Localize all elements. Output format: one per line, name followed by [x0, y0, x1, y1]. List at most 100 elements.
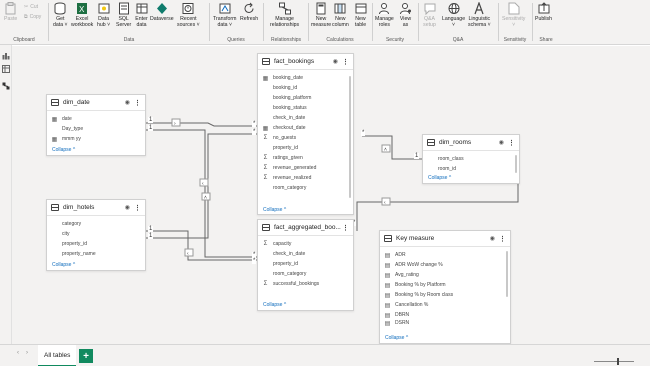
field-row[interactable]: Σno_guests	[262, 133, 349, 143]
field-row[interactable]: ▤ Avg_rating	[384, 270, 506, 280]
linguistic-schema-button[interactable]: Linguistic schema ˅	[468, 2, 491, 28]
table-header[interactable]: dim_rooms ◉ ⋮	[423, 135, 519, 151]
refresh-button[interactable]: Refresh	[240, 2, 258, 22]
excel-workbook-button[interactable]: X Excel workbook	[71, 2, 93, 28]
field-row[interactable]: ▦ booking_date	[262, 73, 349, 83]
qa-setup-button[interactable]: Q&A setup	[423, 2, 436, 28]
field-row[interactable]: ▤ Booking % by Room class	[384, 290, 506, 300]
manage-roles-button[interactable]: Manage roles	[375, 2, 394, 28]
more-options-icon[interactable]: ⋮	[134, 204, 141, 212]
more-options-icon[interactable]: ⋮	[134, 99, 141, 107]
scrollbar[interactable]	[515, 155, 517, 173]
table-header[interactable]: dim_date ◉ ⋮	[47, 95, 145, 111]
more-options-icon[interactable]: ⋮	[499, 235, 506, 243]
more-options-icon[interactable]: ⋮	[508, 139, 515, 147]
field-row[interactable]: ▤ Cancellation %	[384, 300, 506, 310]
table-card-dim-hotels[interactable]: dim_hotels ◉ ⋮ category city property_id…	[46, 199, 146, 271]
table-card-dim-date[interactable]: dim_date ◉ ⋮ ▦ date Day_type ▦ mmm yy Coll…	[46, 94, 146, 156]
table-header[interactable]: fact_aggregated_boo... ⋮	[258, 220, 353, 236]
relationship-line[interactable]	[146, 122, 259, 127]
recent-sources-button[interactable]: Recent sources ˅	[177, 2, 200, 28]
new-measure-button[interactable]: New measure	[311, 2, 331, 28]
table-card-fact-aggregated-bookings[interactable]: fact_aggregated_boo... ⋮ Σcapacity check…	[257, 219, 354, 311]
collapse-link[interactable]: Collapse ^	[263, 207, 286, 213]
enter-data-button[interactable]: Enter data	[135, 2, 148, 28]
field-row[interactable]: city	[51, 229, 141, 239]
more-options-icon[interactable]: ⋮	[342, 58, 349, 66]
table-card-fact-bookings[interactable]: fact_bookings ◉ ⋮ ▦ booking_date booking_…	[257, 53, 354, 215]
report-view-icon[interactable]	[2, 52, 10, 60]
language-button[interactable]: Language ˅	[442, 2, 465, 28]
model-canvas[interactable]: › ‹ ‹ ˄ ‹ ˄ 1 1 * * 1 1 * * * 1 * fact_b…	[12, 46, 650, 344]
zoom-slider[interactable]	[594, 361, 634, 362]
visibility-eye-icon[interactable]: ◉	[333, 58, 338, 65]
field-row[interactable]: Σcapacity	[262, 239, 349, 249]
paste-button[interactable]: Paste	[4, 2, 17, 22]
relationship-line[interactable]	[356, 184, 519, 231]
visibility-eye-icon[interactable]: ◉	[125, 99, 130, 106]
view-as-button[interactable]: View as	[399, 2, 412, 28]
field-row[interactable]: ▦ date	[51, 114, 141, 124]
field-row[interactable]: booking_platform	[262, 93, 349, 103]
field-row[interactable]: ▤ ADR	[384, 250, 506, 260]
data-hub-button[interactable]: Data hub ˅	[97, 2, 110, 28]
zoom-slider-thumb[interactable]	[617, 358, 619, 365]
add-tab-button[interactable]: +	[79, 349, 93, 363]
field-row[interactable]: Σrevenue_generated	[262, 163, 349, 173]
collapse-link[interactable]: Collapse ^	[52, 262, 75, 268]
field-row[interactable]: ▤ ADR WoW change %	[384, 260, 506, 270]
visibility-eye-icon[interactable]: ◉	[499, 139, 504, 146]
collapse-link[interactable]: Collapse ^	[385, 335, 408, 341]
get-data-button[interactable]: Get data ˅	[53, 2, 68, 28]
visibility-eye-icon[interactable]: ◉	[490, 235, 495, 242]
field-row[interactable]: Day_type	[51, 124, 141, 134]
transform-data-button[interactable]: Transform data ˅	[213, 2, 236, 28]
field-row[interactable]: property_id	[262, 259, 349, 269]
field-row[interactable]: ▤ Booking % by Platform	[384, 280, 506, 290]
model-view-icon[interactable]	[2, 82, 10, 90]
tab-all-tables[interactable]: All tables	[38, 345, 77, 366]
sensitivity-button[interactable]: Sensitivity ˅	[502, 2, 525, 28]
table-card-dim-rooms[interactable]: dim_rooms ◉ ⋮ room_class room_id Collaps…	[422, 134, 520, 184]
sql-server-button[interactable]: SQL Server	[116, 2, 131, 28]
chevron-right-icon[interactable]: ›	[26, 350, 28, 356]
table-header[interactable]: dim_hotels ◉ ⋮	[47, 200, 145, 216]
table-header[interactable]: Key measure ◉ ⋮	[380, 231, 510, 247]
field-row[interactable]: booking_status	[262, 103, 349, 113]
field-row[interactable]: check_in_date	[262, 249, 349, 259]
collapse-link[interactable]: Collapse ^	[263, 302, 286, 308]
field-row[interactable]: Σratings_given	[262, 153, 349, 163]
relationship-line[interactable]	[362, 135, 422, 160]
new-table-button[interactable]: New table	[354, 2, 367, 28]
publish-button[interactable]: Publish	[535, 2, 552, 22]
field-row[interactable]: category	[51, 219, 141, 229]
table-view-icon[interactable]	[2, 65, 10, 73]
field-row[interactable]: property_id	[51, 239, 141, 249]
cut-button[interactable]: ✂ Cut	[24, 4, 38, 10]
scrollbar[interactable]	[349, 76, 351, 198]
chevron-left-icon[interactable]: ‹	[17, 350, 19, 356]
table-header[interactable]: fact_bookings ◉ ⋮	[258, 54, 353, 70]
field-row[interactable]: ▤ DBRN	[384, 310, 506, 320]
field-row[interactable]: room_class	[427, 154, 515, 164]
field-row[interactable]: booking_id	[262, 83, 349, 93]
new-column-button[interactable]: New column	[332, 2, 349, 28]
field-row[interactable]: property_id	[262, 143, 349, 153]
field-row[interactable]: ▦ mmm yy	[51, 134, 141, 144]
field-row[interactable]: room_category	[262, 269, 349, 279]
manage-relationships-button[interactable]: Manage relationships	[270, 2, 299, 28]
collapse-link[interactable]: Collapse ^	[428, 175, 451, 181]
field-row[interactable]: ▦ checkout_date	[262, 123, 349, 133]
collapse-link[interactable]: Collapse ^	[52, 147, 75, 153]
visibility-eye-icon[interactable]: ◉	[125, 204, 130, 211]
table-card-key-measure[interactable]: Key measure ◉ ⋮ ▤ ADR ▤ ADR WoW change % ▤…	[379, 230, 511, 344]
dataverse-button[interactable]: Dataverse	[150, 2, 174, 22]
field-row[interactable]: ▤ DSRN	[384, 320, 506, 326]
field-row[interactable]: Σsuccessful_bookings	[262, 279, 349, 289]
scrollbar[interactable]	[506, 251, 508, 297]
relationship-line[interactable]	[146, 230, 259, 261]
field-row[interactable]: room_id	[427, 164, 515, 174]
field-row[interactable]: Σrevenue_realized	[262, 173, 349, 183]
more-options-icon[interactable]: ⋮	[342, 224, 349, 232]
field-row[interactable]: check_in_date	[262, 113, 349, 123]
